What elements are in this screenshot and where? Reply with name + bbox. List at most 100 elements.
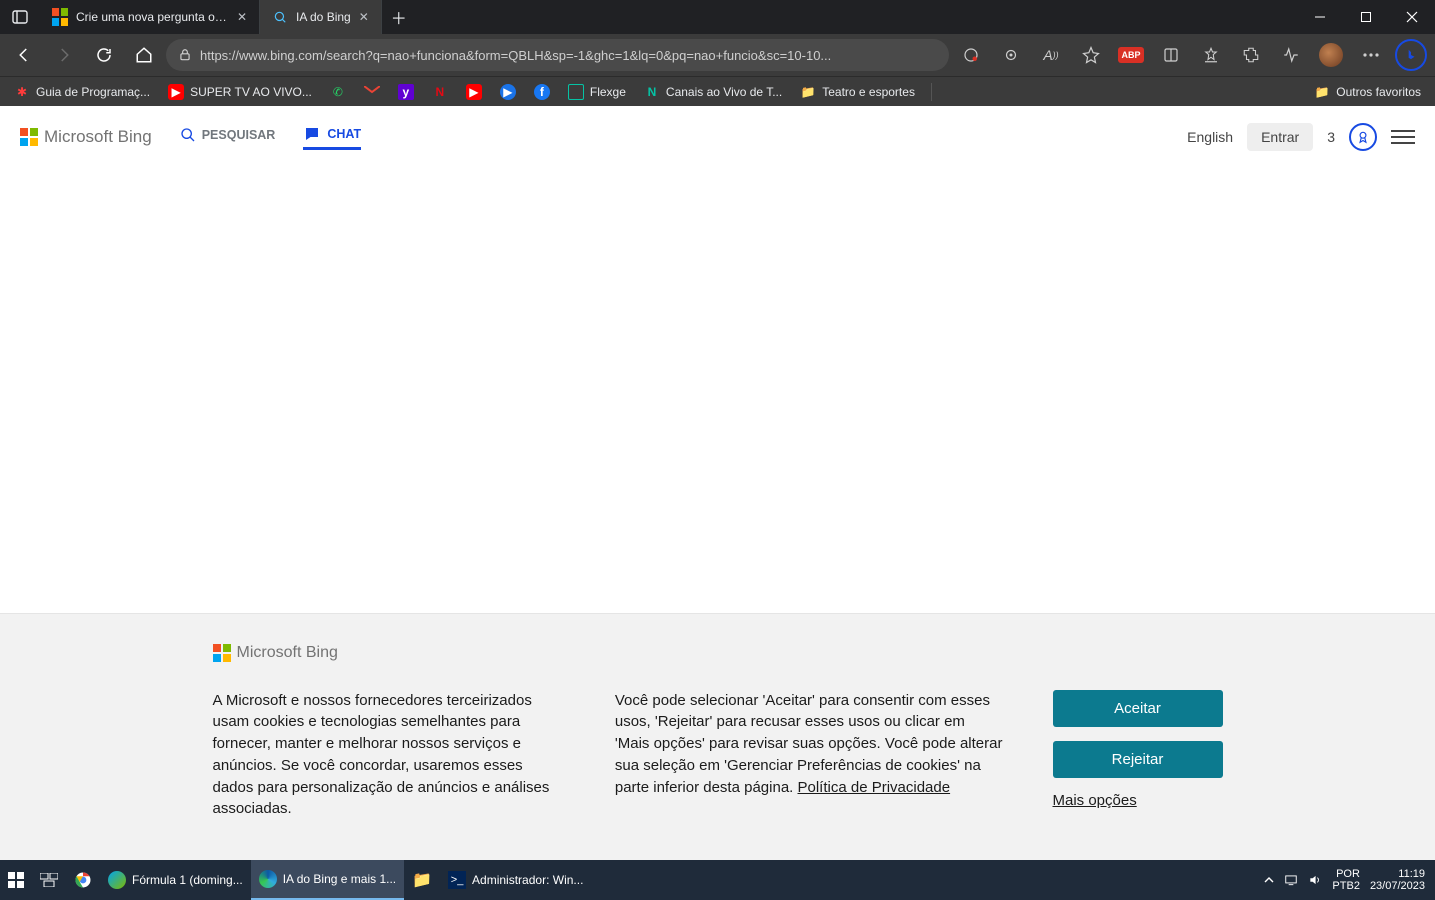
language-switch[interactable]: English [1187, 129, 1233, 145]
abp-extension-icon[interactable]: ABP [1113, 39, 1149, 71]
bookmark-item[interactable] [358, 82, 386, 102]
back-button[interactable] [6, 39, 42, 71]
cookie-text-col2: Você pode selecionar 'Aceitar' para cons… [615, 690, 1003, 821]
reject-button[interactable]: Rejeitar [1053, 741, 1223, 778]
folder-icon: 📁 [1314, 84, 1330, 100]
new-tab-button[interactable]: ＋ [382, 0, 416, 34]
profile-avatar[interactable] [1313, 39, 1349, 71]
tray-chevron-icon[interactable] [1264, 875, 1274, 885]
system-tray: PORPTB2 11:1923/07/2023 [1254, 868, 1435, 892]
volume-icon[interactable] [1308, 873, 1322, 887]
start-button[interactable] [0, 860, 32, 900]
bing-discover-icon[interactable] [1393, 39, 1429, 71]
bing-logo[interactable]: Microsoft Bing [20, 127, 152, 147]
cookie-banner: Microsoft Bing A Microsoft e nossos forn… [0, 613, 1435, 861]
address-bar[interactable]: https://www.bing.com/search?q=nao+funcio… [166, 39, 949, 71]
bookmark-item[interactable]: ✱ Guia de Programaç... [8, 82, 156, 102]
taskbar-app[interactable]: Fórmula 1 (doming... [100, 860, 251, 900]
window-titlebar: Crie uma nova pergunta ou inicia... ✕ IA… [0, 0, 1435, 34]
nav-search[interactable]: PESQUISAR [180, 127, 276, 147]
bookmark-item[interactable]: ✆ [324, 82, 352, 102]
performance-icon[interactable] [1273, 39, 1309, 71]
menu-icon[interactable] [1391, 130, 1415, 144]
lock-icon [178, 48, 192, 62]
home-button[interactable] [126, 39, 162, 71]
bing-header-right: English Entrar 3 [1187, 123, 1415, 151]
taskbar-powershell[interactable]: >_Administrador: Win... [440, 860, 591, 900]
favorites-bar-icon[interactable] [1193, 39, 1229, 71]
browser-tab-0[interactable]: Crie uma nova pergunta ou inicia... ✕ [40, 0, 260, 34]
bookmark-icon: ✱ [14, 84, 30, 100]
gmail-icon [364, 84, 380, 100]
more-menu-icon[interactable] [1353, 39, 1389, 71]
nav-chat[interactable]: CHAT [303, 125, 361, 150]
read-aloud-icon[interactable]: A)) [1033, 39, 1069, 71]
forward-button[interactable] [46, 39, 82, 71]
folder-icon: 📁 [800, 84, 816, 100]
bookmark-item[interactable]: ▶ [494, 82, 522, 102]
minimize-button[interactable] [1297, 0, 1343, 34]
tab-actions-icon[interactable] [0, 0, 40, 34]
logo-text: Microsoft Bing [237, 644, 338, 662]
close-tab-icon[interactable]: ✕ [359, 10, 369, 24]
network-icon[interactable] [1284, 873, 1298, 887]
play-icon: ▶ [500, 84, 516, 100]
close-tab-icon[interactable]: ✕ [237, 10, 247, 24]
task-view-button[interactable] [32, 860, 66, 900]
bookmark-item[interactable]: N [426, 82, 454, 102]
signin-button[interactable]: Entrar [1247, 123, 1313, 151]
cookie-banner-logo: Microsoft Bing [213, 644, 1223, 662]
location-icon[interactable] [993, 39, 1029, 71]
yahoo-icon: y [398, 84, 414, 100]
youtube-icon: ▶ [466, 84, 482, 100]
bookmark-label: Canais ao Vivo de T... [666, 85, 782, 99]
bookmark-item[interactable]: 📁 Teatro e esportes [794, 82, 921, 102]
facebook-icon: f [534, 84, 550, 100]
taskbar-edge[interactable]: IA do Bing e mais 1... [251, 860, 404, 900]
bookmark-item[interactable]: ▶SUPER TV AO VIVO... [162, 82, 318, 102]
maximize-button[interactable] [1343, 0, 1389, 34]
taskbar-label: Fórmula 1 (doming... [132, 873, 243, 887]
page-content: Microsoft Bing PESQUISAR CHAT English En… [0, 106, 1435, 860]
tab-title: Crie uma nova pergunta ou inicia... [76, 10, 229, 24]
clock[interactable]: 11:1923/07/2023 [1370, 868, 1425, 892]
powershell-icon: >_ [448, 871, 466, 889]
netflix-icon: N [432, 84, 448, 100]
bookmark-label: Flexge [590, 85, 626, 99]
language-indicator[interactable]: PORPTB2 [1332, 868, 1360, 892]
bookmark-label: Guia de Programaç... [36, 85, 150, 99]
refresh-button[interactable] [86, 39, 122, 71]
bookmark-item[interactable]: y [392, 82, 420, 102]
rewards-points: 3 [1327, 129, 1335, 145]
window-controls [1297, 0, 1435, 34]
browser-tab-1[interactable]: IA do Bing ✕ [260, 0, 382, 34]
accept-button[interactable]: Aceitar [1053, 690, 1223, 727]
bookmark-item[interactable]: Flexge [562, 82, 632, 102]
other-bookmarks[interactable]: 📁 Outros favoritos [1308, 82, 1427, 102]
more-options-link[interactable]: Mais opções [1053, 792, 1223, 809]
cookie-buttons: Aceitar Rejeitar Mais opções [1053, 690, 1223, 821]
bookmark-item[interactable]: f [528, 82, 556, 102]
favorite-icon[interactable] [1073, 39, 1109, 71]
privacy-policy-link[interactable]: Política de Privacidade [798, 779, 951, 796]
bookmark-label: Teatro e esportes [822, 85, 915, 99]
ms-favicon-icon [52, 9, 68, 25]
close-window-button[interactable] [1389, 0, 1435, 34]
taskbar-explorer[interactable]: 📁 [404, 860, 440, 900]
browser-tabs: Crie uma nova pergunta ou inicia... ✕ IA… [40, 0, 1297, 34]
tab-title: IA do Bing [296, 10, 351, 24]
bookmark-label: Outros favoritos [1336, 85, 1421, 99]
shopping-icon[interactable] [953, 39, 989, 71]
bookmark-item[interactable]: ▶ [460, 82, 488, 102]
folder-icon: 📁 [412, 870, 432, 890]
collections-icon[interactable] [1153, 39, 1189, 71]
extensions-icon[interactable] [1233, 39, 1269, 71]
nav-label: PESQUISAR [202, 128, 276, 142]
youtube-icon: ▶ [168, 84, 184, 100]
bookmark-item[interactable]: NCanais ao Vivo de T... [638, 82, 788, 102]
bookmark-separator [931, 83, 932, 101]
bing-favicon-icon [272, 9, 288, 25]
rewards-icon[interactable] [1349, 123, 1377, 151]
taskbar-chrome[interactable] [66, 860, 100, 900]
chat-icon [303, 125, 321, 143]
